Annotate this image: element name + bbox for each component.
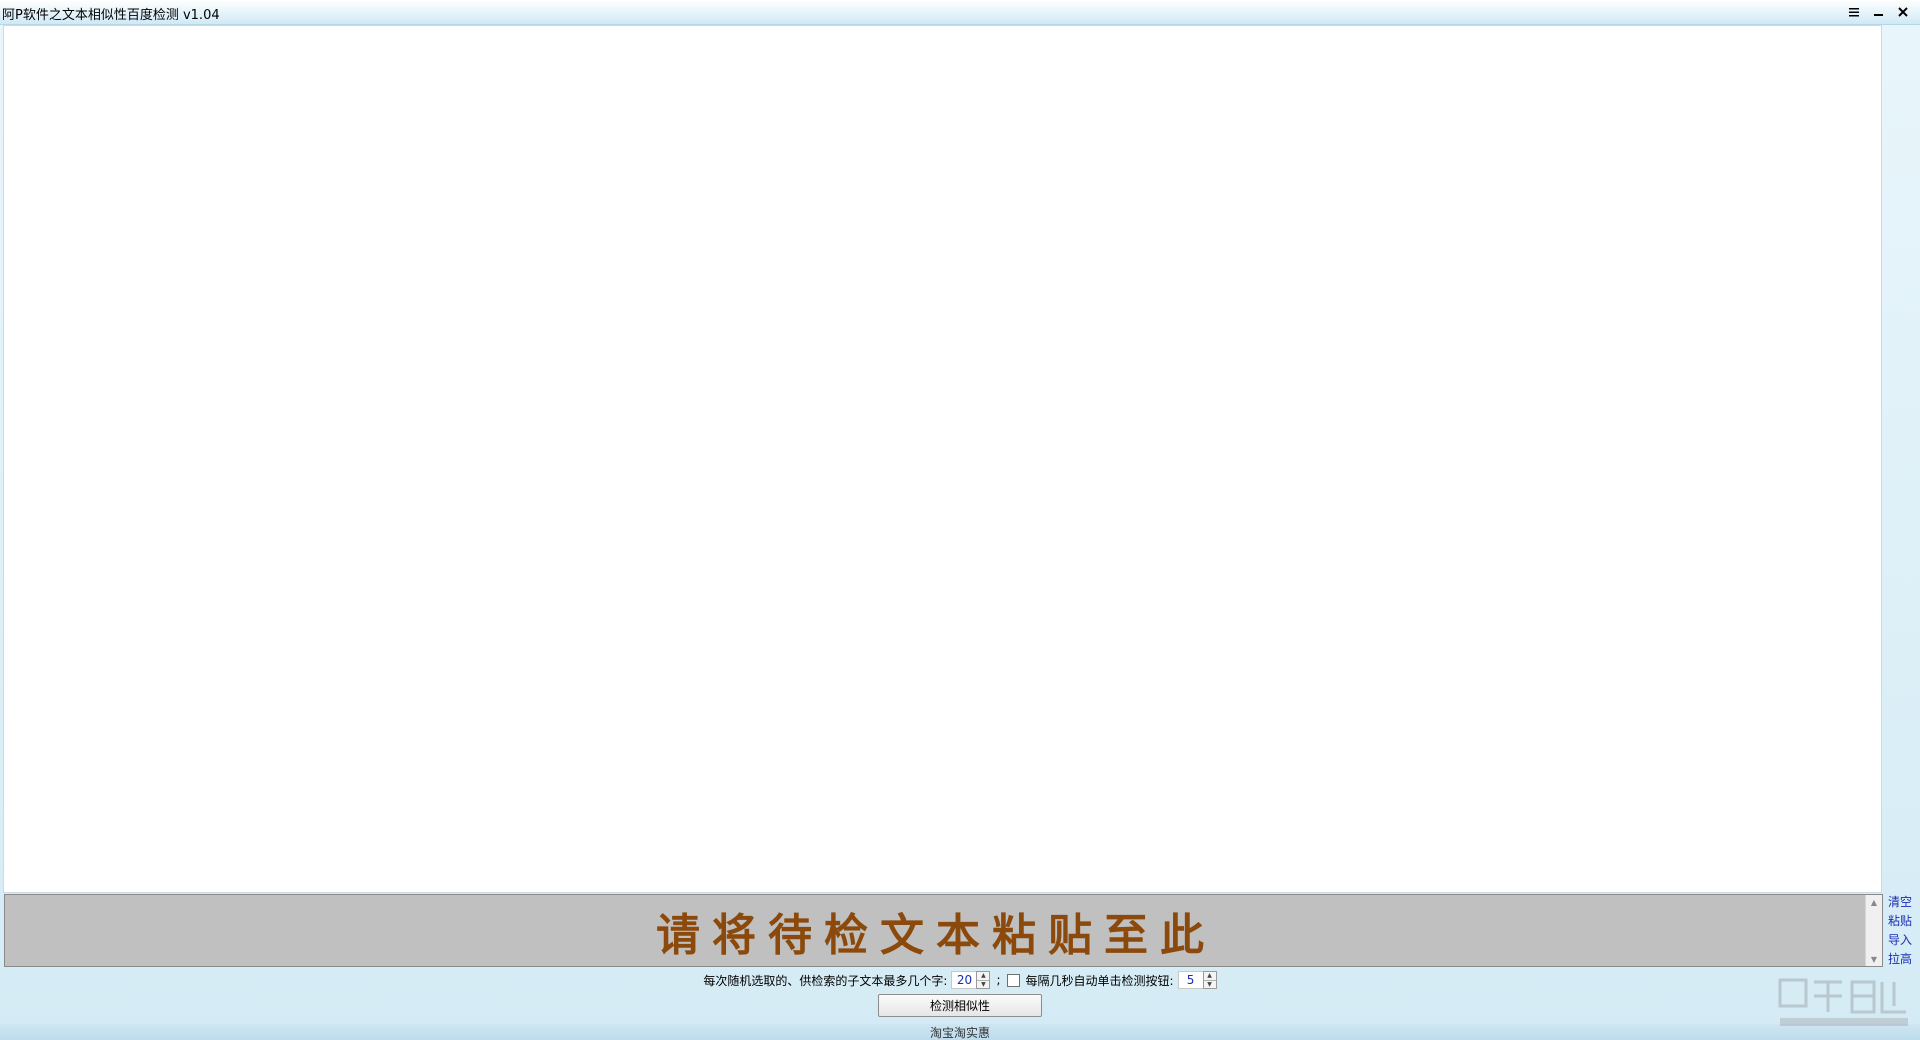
title-bar: 阿P软件之文本相似性百度检测 v1.04 <box>0 0 1920 25</box>
input-placeholder: 请将待检文本粘贴至此 <box>656 909 1216 961</box>
auto-click-spin-buttons[interactable]: ▲ ▼ <box>1202 971 1217 989</box>
window-controls <box>1844 2 1914 22</box>
separator: ; <box>996 973 1001 987</box>
max-chars-spin-buttons[interactable]: ▲ ▼ <box>976 971 991 989</box>
options-row: 每次随机选取的、供检索的子文本最多几个字: 20 ▲ ▼ ; 每隔几秒自动单击检… <box>0 970 1920 990</box>
check-similarity-button[interactable]: 检测相似性 <box>878 994 1042 1017</box>
minimize-icon[interactable] <box>1868 2 1890 22</box>
max-chars-value[interactable]: 20 <box>951 971 977 989</box>
input-scrollbar[interactable]: ▲ ▼ <box>1865 895 1882 966</box>
spin-up-icon[interactable]: ▲ <box>1203 972 1216 981</box>
close-icon[interactable] <box>1892 2 1914 22</box>
auto-click-stepper[interactable]: 5 ▲ ▼ <box>1177 971 1217 989</box>
spin-down-icon[interactable]: ▼ <box>1204 981 1216 989</box>
max-chars-label: 每次随机选取的、供检索的子文本最多几个字: <box>703 973 948 988</box>
menu-icon[interactable] <box>1844 2 1866 22</box>
scroll-down-icon[interactable]: ▼ <box>1866 952 1882 966</box>
auto-click-checkbox[interactable] <box>1006 973 1020 987</box>
paste-link[interactable]: 粘贴 <box>1888 913 1918 930</box>
app-window: 阿P软件之文本相似性百度检测 v1.04 请将待检文本粘贴至此 ▲ ▼ 清空 粘… <box>0 0 1920 1040</box>
taobao-link[interactable]: 淘宝淘实惠 <box>930 1024 990 1040</box>
text-input-area[interactable]: 请将待检文本粘贴至此 ▲ ▼ <box>4 894 1883 967</box>
auto-click-value[interactable]: 5 <box>1177 971 1203 989</box>
spin-down-icon[interactable]: ▼ <box>977 981 989 989</box>
expand-link[interactable]: 拉高 <box>1888 951 1918 968</box>
status-bar: 淘宝淘实惠 <box>0 1024 1920 1040</box>
side-actions: 清空 粘贴 导入 拉高 <box>1888 894 1918 968</box>
clear-link[interactable]: 清空 <box>1888 894 1918 911</box>
results-panel[interactable] <box>3 25 1882 893</box>
watermark-logo-icon <box>1778 978 1908 1026</box>
spin-up-icon[interactable]: ▲ <box>977 972 990 981</box>
import-link[interactable]: 导入 <box>1888 932 1918 949</box>
auto-click-label: 每隔几秒自动单击检测按钮: <box>1025 973 1174 988</box>
max-chars-stepper[interactable]: 20 ▲ ▼ <box>951 971 991 989</box>
scroll-up-icon[interactable]: ▲ <box>1866 895 1882 909</box>
window-title: 阿P软件之文本相似性百度检测 v1.04 <box>2 8 220 23</box>
